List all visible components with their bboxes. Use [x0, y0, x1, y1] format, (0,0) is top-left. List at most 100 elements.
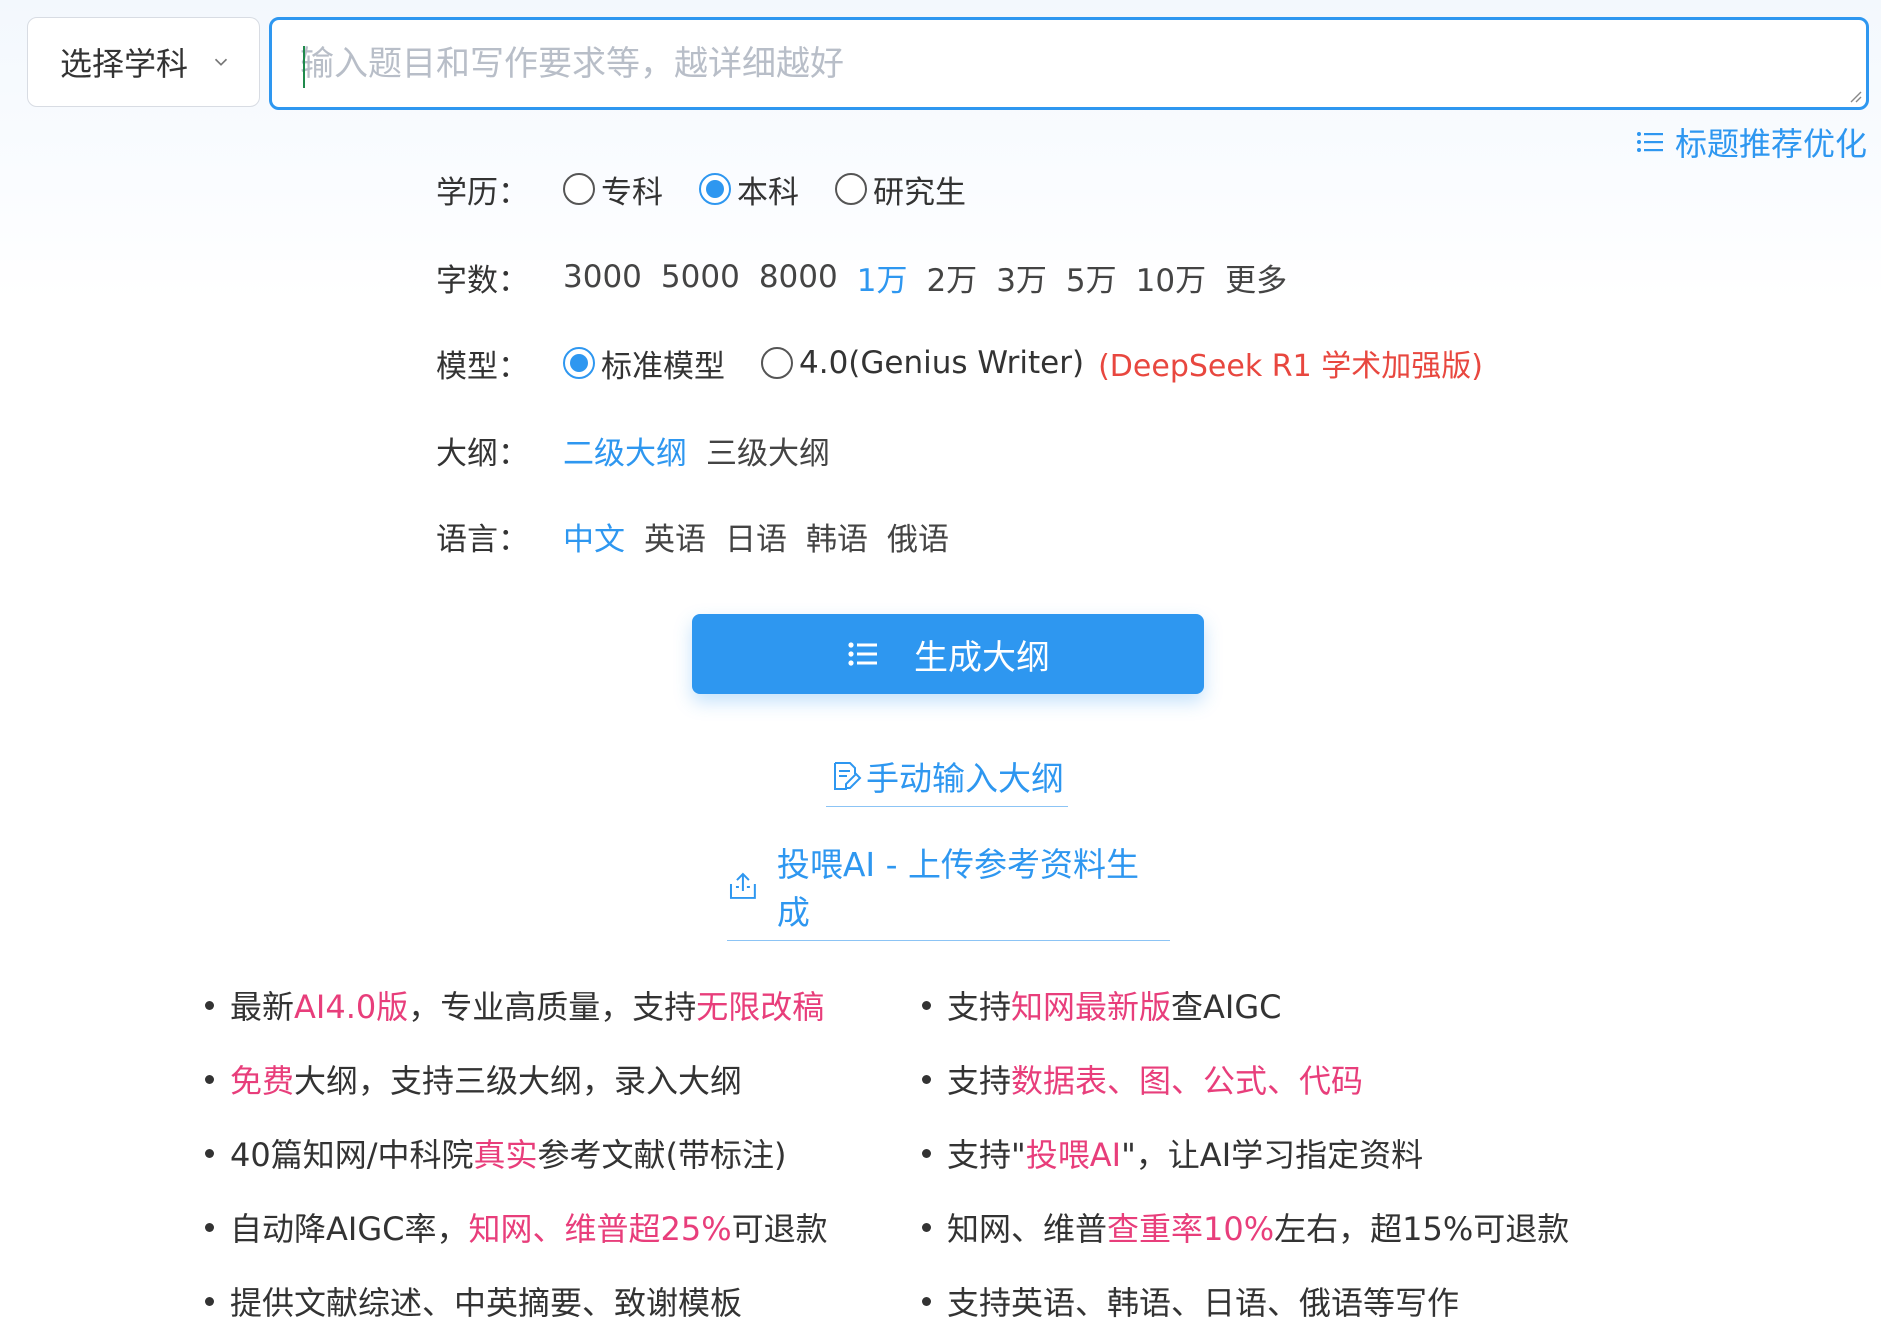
feature-highlight-text: 查重率10%: [1107, 1210, 1275, 1248]
language-option[interactable]: 英语: [644, 514, 706, 559]
text-caret: [303, 46, 305, 88]
feature-item: 知网、维普 查重率10% 左右，超15%可退款: [922, 1190, 1622, 1264]
feature-item: 自动降AIGC率， 知网、维普超25% 可退款: [205, 1190, 922, 1264]
resize-handle-icon[interactable]: [1846, 87, 1862, 103]
outline-label: 大纲：: [436, 435, 529, 472]
model-option-label: 4.0(Genius Writer): [799, 345, 1085, 381]
language-option[interactable]: 俄语: [887, 514, 949, 559]
feature-item: 支持" 投喂AI "，让AI学习指定资料: [922, 1116, 1622, 1190]
feature-text: 支持: [947, 988, 1012, 1026]
word-count-option-more[interactable]: 更多: [1225, 255, 1287, 300]
feature-text: 支持": [947, 1136, 1026, 1174]
model-label: 模型：: [436, 348, 529, 385]
outline-row: 大纲： 二级大纲 三级大纲: [436, 425, 849, 475]
education-option-label: 本科: [737, 174, 799, 211]
bullet-icon: [205, 1222, 214, 1232]
bullet-icon: [922, 1296, 931, 1306]
word-count-option[interactable]: 2万: [926, 255, 977, 300]
feature-text: 大纲，支持三级大纲，录入大纲: [294, 1062, 743, 1100]
model-note: (DeepSeek R1 学术加强版): [1098, 349, 1483, 384]
chevron-down-icon: [214, 58, 228, 66]
word-count-label: 字数：: [436, 262, 529, 299]
word-count-row: 字数： 3000 5000 8000 1万 2万 3万 5万 10万 更多: [436, 252, 1306, 302]
feature-text: 参考文献(带标注): [537, 1136, 787, 1174]
model-option-standard[interactable]: 标准模型: [563, 341, 725, 386]
word-count-option-selected[interactable]: 1万: [857, 255, 908, 300]
feature-highlight-text: 投喂AI: [1025, 1136, 1122, 1174]
radio-unchecked-icon: [835, 173, 867, 205]
language-label: 语言：: [436, 521, 529, 558]
bullet-icon: [922, 1148, 931, 1158]
bullet-icon: [922, 1000, 931, 1010]
subject-select[interactable]: 选择学科: [27, 17, 260, 107]
outline-option[interactable]: 三级大纲: [706, 428, 830, 473]
generate-outline-label: 生成大纲: [914, 637, 1050, 678]
education-option-zhuanke[interactable]: 专科: [563, 167, 663, 212]
feature-text: 40篇知网/中科院: [230, 1136, 474, 1174]
word-count-option[interactable]: 3万: [996, 255, 1047, 300]
feature-highlight-text: AI4.0版: [294, 988, 409, 1026]
feature-text: 自动降AIGC率，: [230, 1210, 469, 1248]
education-option-label: 研究生: [873, 174, 966, 211]
feature-highlight-text: 真实: [473, 1136, 538, 1174]
feature-list: 最新 AI4.0版 ，专业高质量，支持 无限改稿 支持 知网最新版 查AIGC 免费 大纲，支持…: [205, 968, 1655, 1338]
feature-highlight-text: 知网最新版: [1011, 988, 1172, 1026]
education-option-yanjiusheng[interactable]: 研究生: [835, 167, 966, 212]
language-row: 语言： 中文 英语 日语 韩语 俄语: [436, 511, 968, 561]
feature-text: ，专业高质量，支持: [408, 988, 697, 1026]
title-optimize-label: 标题推荐优化: [1674, 125, 1867, 163]
word-count-option[interactable]: 3000: [563, 259, 642, 295]
feature-text: 支持: [947, 1062, 1012, 1100]
education-option-benke[interactable]: 本科: [699, 167, 799, 212]
essay-writer-page: 选择学科 标题推荐优化 学历： 专科 本科 研究生: [0, 0, 1881, 1344]
manual-outline-link[interactable]: 手动输入大纲: [826, 752, 1068, 807]
word-count-option[interactable]: 5万: [1066, 255, 1117, 300]
generate-outline-button[interactable]: 生成大纲: [692, 614, 1204, 694]
topic-input-box[interactable]: [269, 17, 1869, 110]
word-count-option[interactable]: 8000: [759, 259, 838, 295]
upload-icon: [729, 872, 756, 899]
feature-text: "，让AI学习指定资料: [1121, 1136, 1424, 1174]
feature-text: 查AIGC: [1171, 988, 1282, 1026]
radio-unchecked-icon: [761, 347, 793, 379]
topic-input[interactable]: [300, 33, 1838, 94]
feature-highlight-text: 免费: [230, 1062, 295, 1100]
outline-option-selected[interactable]: 二级大纲: [563, 428, 687, 473]
education-label: 学历：: [436, 174, 529, 211]
bullet-icon: [922, 1074, 931, 1084]
feature-item: 提供文献综述、中英摘要、致谢模板: [205, 1264, 922, 1338]
radio-checked-icon: [563, 347, 595, 379]
model-option-genius[interactable]: 4.0(Genius Writer): [761, 345, 1084, 381]
feature-item: 40篇知网/中科院 真实 参考文献(带标注): [205, 1116, 922, 1190]
upload-reference-link[interactable]: 投喂AI - 上传参考资料生成: [727, 838, 1170, 941]
feature-text: 左右，超15%可退款: [1274, 1210, 1570, 1248]
feature-text: 知网、维普: [947, 1210, 1108, 1248]
list-icon: [848, 642, 877, 666]
subject-select-label: 选择学科: [60, 45, 189, 83]
bullet-icon: [922, 1222, 931, 1232]
feature-item: 支持 知网最新版 查AIGC: [922, 968, 1622, 1042]
feature-item: 最新 AI4.0版 ，专业高质量，支持 无限改稿: [205, 968, 922, 1042]
word-count-option[interactable]: 5000: [661, 259, 740, 295]
feature-text: 可退款: [731, 1210, 828, 1248]
word-count-option[interactable]: 10万: [1136, 255, 1206, 300]
list-icon: [1636, 132, 1663, 152]
bullet-icon: [205, 1000, 214, 1010]
title-optimize-link[interactable]: 标题推荐优化: [1635, 120, 1867, 164]
feature-highlight-text: 数据表、图、公式、代码: [1011, 1062, 1364, 1100]
language-option[interactable]: 日语: [725, 514, 787, 559]
bullet-icon: [205, 1148, 214, 1158]
model-row: 模型： 标准模型 4.0(Genius Writer) (DeepSeek R1…: [436, 338, 1483, 388]
edit-document-icon: [834, 762, 862, 790]
education-row: 学历： 专科 本科 研究生: [436, 164, 1002, 214]
feature-highlight-text: 知网、维普超25%: [468, 1210, 732, 1248]
language-option-selected[interactable]: 中文: [563, 514, 625, 559]
bullet-icon: [205, 1296, 214, 1306]
radio-checked-icon: [699, 173, 731, 205]
feature-item: 支持英语、韩语、日语、俄语等写作: [922, 1264, 1622, 1338]
language-option[interactable]: 韩语: [806, 514, 868, 559]
bullet-icon: [205, 1074, 214, 1084]
model-option-label: 标准模型: [601, 348, 725, 385]
feature-text: 支持英语、韩语、日语、俄语等写作: [947, 1284, 1460, 1322]
feature-text: 提供文献综述、中英摘要、致谢模板: [230, 1284, 743, 1322]
